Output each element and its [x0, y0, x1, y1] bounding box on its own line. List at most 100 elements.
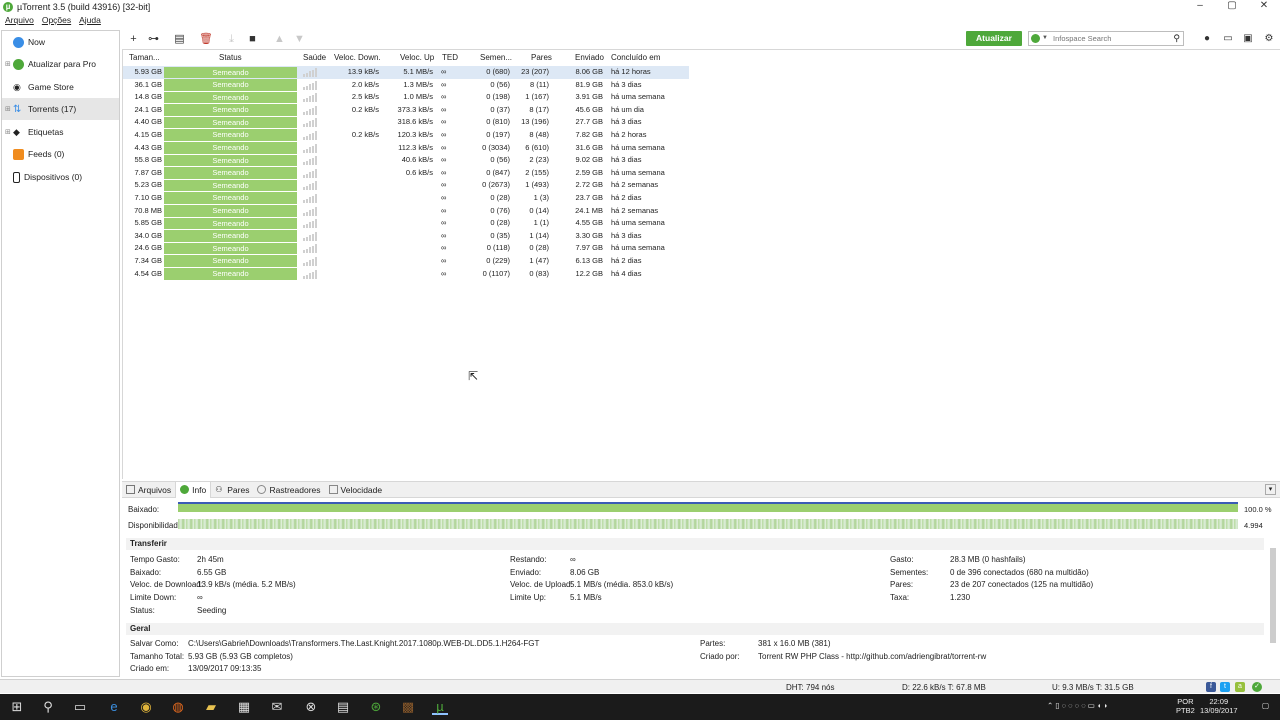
info-key: Sementes:: [890, 567, 929, 577]
edge-icon[interactable]: e: [106, 699, 122, 715]
expand-icon[interactable]: ⊞: [5, 128, 13, 136]
cell-sent: 31.6 GB: [575, 142, 603, 152]
table-row[interactable]: 5.93 GB 13.9 kB/s 5.1 MB/s ∞ 0 (680) 23 (207)…: [123, 66, 689, 79]
col-eta[interactable]: TED: [442, 53, 458, 62]
health-bars-icon: [303, 93, 319, 103]
clock[interactable]: 22:09 13/09/2017: [1200, 697, 1238, 715]
move-up-icon[interactable]: ▲: [273, 33, 286, 46]
tab-velocidade[interactable]: Velocidade: [325, 482, 387, 498]
rss-icon: [13, 148, 24, 160]
cell-up-speed: 5.1 MB/s: [403, 67, 433, 76]
col-health[interactable]: Saúde: [303, 53, 326, 62]
table-row[interactable]: 4.40 GB 318.6 kB/s ∞ 0 (810) 13 (196) 27.7 GB…: [123, 116, 689, 129]
mail-icon[interactable]: ✉: [269, 699, 285, 715]
update-button[interactable]: Atualizar: [966, 31, 1022, 46]
chevron-down-icon[interactable]: ▼: [1042, 32, 1048, 45]
remote-icon[interactable]: ▣: [1241, 32, 1255, 45]
col-seeds[interactable]: Semen...: [480, 53, 512, 62]
search-provider-icon[interactable]: [1031, 34, 1040, 43]
expand-icon[interactable]: ⊞: [5, 60, 13, 68]
sidebar-item-feeds[interactable]: Feeds (0): [2, 143, 119, 165]
chat-icon[interactable]: ▭: [1221, 32, 1235, 45]
info-scrollbar[interactable]: [1269, 538, 1277, 676]
android-icon[interactable]: a: [1235, 682, 1245, 692]
search-icon[interactable]: ⚲: [40, 699, 56, 715]
sidebar-item-pro[interactable]: ⊞ Atualizar para Pro: [2, 53, 119, 75]
chrome-icon[interactable]: ◉: [138, 699, 154, 715]
add-torrent-icon[interactable]: +: [127, 33, 140, 46]
sidebar-item-label: Atualizar para Pro: [28, 59, 97, 69]
facebook-icon[interactable]: f: [1206, 682, 1216, 692]
sidebar-item-etiquetas[interactable]: ⊞ ◆ Etiquetas: [2, 121, 119, 143]
xbox-icon[interactable]: ⊗: [303, 699, 319, 715]
sidebar-item-dispositivos[interactable]: Dispositivos (0): [2, 166, 119, 188]
xbox-app-icon[interactable]: ⊛: [368, 699, 384, 715]
sidebar-item-game-store[interactable]: ◉ Game Store: [2, 76, 119, 98]
sidebar-item-now[interactable]: Now: [2, 31, 119, 53]
health-bars-icon: [303, 219, 319, 229]
torrents-icon: ⇅: [13, 103, 22, 115]
windows-start-icon[interactable]: ⊞: [9, 699, 25, 715]
table-row[interactable]: 7.34 GB ∞ 0 (229) 1 (47) 6.13 GB há 2 dias Sem…: [123, 255, 689, 268]
col-peers[interactable]: Pares: [531, 53, 552, 62]
task-view-icon[interactable]: ▭: [72, 699, 88, 715]
table-row[interactable]: 14.8 GB 2.5 kB/s 1.0 MB/s ∞ 0 (198) 1 (167) 3.…: [123, 91, 689, 104]
col-up-speed[interactable]: Veloc. Up: [400, 53, 434, 62]
maximize-icon[interactable]: ▢: [1216, 0, 1248, 14]
table-row[interactable]: 7.10 GB ∞ 0 (28) 1 (3) 23.7 GB há 2 dias Semea…: [123, 192, 689, 205]
cell-seeds: 0 (35): [490, 230, 510, 240]
expand-icon[interactable]: ⊞: [5, 105, 13, 113]
col-size[interactable]: Taman...: [129, 53, 160, 62]
file-explorer-icon[interactable]: ▰: [203, 699, 219, 715]
search-input[interactable]: [1053, 33, 1163, 44]
minimize-icon[interactable]: –: [1184, 0, 1216, 14]
downloaded-value: 100.0 %: [1244, 505, 1272, 514]
close-icon[interactable]: ✕: [1248, 0, 1280, 14]
tab-arquivos[interactable]: Arquivos: [122, 482, 175, 498]
gear-icon[interactable]: ⚙: [1262, 32, 1276, 45]
utorrent-taskbar-icon[interactable]: µ: [432, 699, 448, 715]
scrollbar-thumb[interactable]: [1270, 548, 1276, 643]
health-bars-icon: [303, 206, 319, 216]
move-down-icon[interactable]: ▼: [293, 33, 306, 46]
delete-icon[interactable]: 🗑: [199, 33, 213, 46]
table-row[interactable]: 36.1 GB 2.0 kB/s 1.3 MB/s ∞ 0 (56) 8 (11) 81.9…: [123, 79, 689, 92]
tray-icons[interactable]: ⌃ ▯ ◌ ◌ ◌ ◌ ▭ ◖ ◗: [1047, 701, 1108, 710]
collapse-panel-icon[interactable]: ▾: [1265, 484, 1276, 495]
table-row[interactable]: 24.1 GB 0.2 kB/s 373.3 kB/s ∞ 0 (37) 8 (17) 45…: [123, 104, 689, 117]
game-app-icon[interactable]: ▩: [400, 699, 416, 715]
bulb-icon[interactable]: ●: [1200, 32, 1214, 45]
tab-info[interactable]: Info: [175, 481, 212, 498]
sidebar-item-torrents[interactable]: ⊞ ⇅ Torrents (17): [2, 98, 119, 120]
table-row[interactable]: 55.8 GB 40.6 kB/s ∞ 0 (56) 2 (23) 9.02 GB há 3…: [123, 154, 689, 167]
firefox-icon[interactable]: ◍: [170, 699, 186, 715]
menu-arquivo[interactable]: Arquivo: [5, 15, 34, 28]
col-status[interactable]: Status: [219, 53, 242, 62]
add-link-icon[interactable]: ⊶: [147, 33, 160, 46]
language-indicator[interactable]: POR PTB2: [1176, 697, 1195, 715]
store-icon[interactable]: ▦: [236, 699, 252, 715]
calculator-icon[interactable]: ▤: [335, 699, 351, 715]
tab-pares[interactable]: ⚇ Pares: [211, 482, 253, 498]
table-row[interactable]: 34.0 GB ∞ 0 (35) 1 (14) 3.30 GB há 3 dias Seme…: [123, 230, 689, 243]
col-sent[interactable]: Enviado: [575, 53, 604, 62]
twitter-icon[interactable]: t: [1220, 682, 1230, 692]
table-row[interactable]: 7.87 GB 0.6 kB/s ∞ 0 (847) 2 (155) 2.59 GB há …: [123, 167, 689, 180]
menu-opcoes[interactable]: Opções: [42, 15, 71, 28]
col-completed[interactable]: Concluído em: [611, 53, 660, 62]
create-torrent-icon[interactable]: ▤: [173, 33, 186, 46]
stop-icon[interactable]: ■: [246, 33, 259, 46]
table-row[interactable]: 4.15 GB 0.2 kB/s 120.3 kB/s ∞ 0 (197) 8 (48) 7…: [123, 129, 689, 142]
table-row[interactable]: 5.85 GB ∞ 0 (28) 1 (1) 4.55 GB há uma semana S…: [123, 217, 689, 230]
table-row[interactable]: 4.54 GB ∞ 0 (1107) 0 (83) 12.2 GB há 4 dias Se…: [123, 268, 689, 281]
menu-ajuda[interactable]: Ajuda: [79, 15, 101, 28]
tab-rastreadores[interactable]: Rastreadores: [253, 482, 324, 498]
search-icon[interactable]: ⚲: [1173, 33, 1180, 44]
notifications-icon[interactable]: ▢: [1262, 701, 1269, 710]
col-down-speed[interactable]: Veloc. Down.: [334, 53, 381, 62]
table-row[interactable]: 5.23 GB ∞ 0 (2673) 1 (493) 2.72 GB há 2 seman…: [123, 179, 689, 192]
table-row[interactable]: 24.6 GB ∞ 0 (118) 0 (28) 7.97 GB há uma seman…: [123, 242, 689, 255]
download-icon[interactable]: ⤓: [225, 33, 238, 46]
table-row[interactable]: 4.43 GB 112.3 kB/s ∞ 0 (3034) 6 (610) 31.6 GB…: [123, 142, 689, 155]
table-row[interactable]: 70.8 MB ∞ 0 (76) 0 (14) 24.1 MB há 2 semanas S…: [123, 205, 689, 218]
